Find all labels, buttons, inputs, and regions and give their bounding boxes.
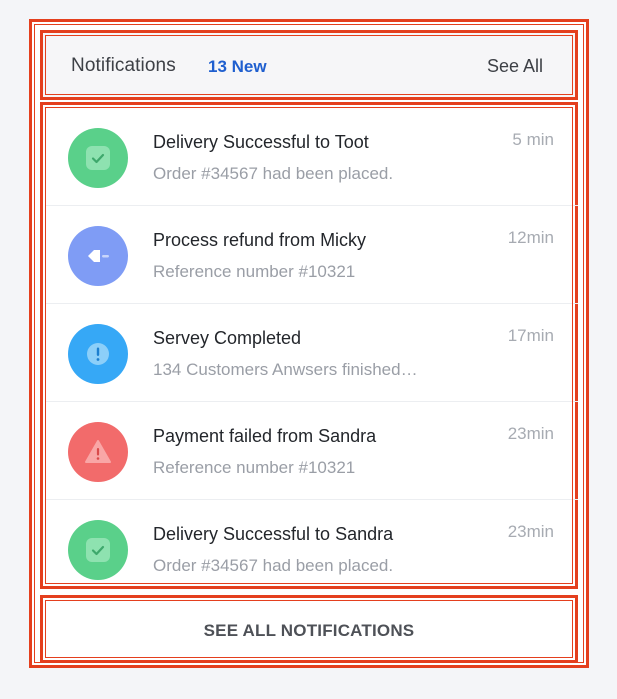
- see-all-notifications-button[interactable]: SEE ALL NOTIFICATIONS: [40, 595, 578, 663]
- new-count-badge: 13 New: [208, 57, 267, 76]
- notification-time: 17min: [507, 326, 554, 345]
- notification-title: Process refund from Micky: [153, 230, 367, 250]
- check-icon: [68, 520, 128, 580]
- notification-subtitle: 134 Customers Anwsers finished…: [153, 360, 418, 379]
- see-all-notifications-label: SEE ALL NOTIFICATIONS: [203, 621, 415, 640]
- notification-item[interactable]: Process refund from Micky Reference numb…: [46, 206, 578, 304]
- check-icon: [68, 128, 128, 188]
- notification-time: 5 min: [512, 130, 554, 149]
- notification-title: Delivery Successful to Toot: [153, 132, 369, 152]
- info-icon: [68, 324, 128, 384]
- notification-item[interactable]: Payment failed from Sandra Reference num…: [46, 402, 578, 500]
- notification-subtitle: Reference number #10321: [153, 458, 356, 477]
- notifications-panel: Notifications 13 New See All Delivery Su…: [29, 19, 589, 668]
- notification-item[interactable]: Servey Completed 134 Customers Anwsers f…: [46, 304, 578, 402]
- panel-title: Notifications: [71, 55, 176, 76]
- refund-tag-icon: [68, 226, 128, 286]
- warning-icon: [68, 422, 128, 482]
- notification-list: Delivery Successful to Toot Order #34567…: [40, 102, 578, 589]
- notification-time: 12min: [507, 228, 554, 247]
- notification-title: Delivery Successful to Sandra: [153, 524, 394, 544]
- notifications-header: Notifications 13 New See All: [40, 30, 578, 100]
- notification-item[interactable]: Delivery Successful to Toot Order #34567…: [46, 108, 578, 206]
- notification-subtitle: Reference number #10321: [153, 262, 356, 281]
- notification-subtitle: Order #34567 had been placed.: [153, 164, 394, 183]
- notification-time: 23min: [507, 522, 554, 541]
- see-all-link[interactable]: See All: [487, 56, 543, 77]
- notification-title: Servey Completed: [153, 328, 302, 348]
- notification-time: 23min: [507, 424, 554, 443]
- notification-subtitle: Order #34567 had been placed.: [153, 556, 394, 575]
- notification-title: Payment failed from Sandra: [153, 426, 377, 446]
- notification-item[interactable]: Delivery Successful to Sandra Order #345…: [46, 500, 578, 598]
